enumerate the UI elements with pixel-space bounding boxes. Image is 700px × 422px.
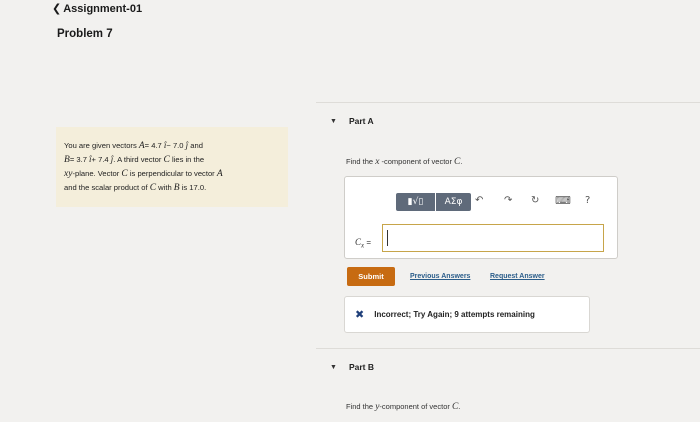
breadcrumb-label: Assignment-01	[63, 2, 143, 15]
collapse-triangle-icon: ▼	[330, 117, 337, 125]
feedback-message: Incorrect; Try Again; 9 attempts remaini…	[374, 310, 535, 319]
feedback-incorrect: ✖ Incorrect; Try Again; 9 attempts remai…	[344, 296, 590, 333]
breadcrumb-assignment[interactable]: ❮ Assignment-01	[52, 2, 143, 16]
part-b-prompt: Find the y-component of vector C.	[346, 402, 461, 412]
part-a-header[interactable]: ▼ Part A	[330, 116, 374, 126]
chevron-left-icon: ❮	[52, 3, 62, 15]
problem-statement: You are given vectors A= 4.7 î− 7.0 ĵ an…	[56, 127, 288, 207]
request-answer-link[interactable]: Request Answer	[490, 273, 545, 280]
statement-line-1: You are given vectors A= 4.7 î− 7.0 ĵ an…	[64, 140, 203, 151]
part-b-label: Part B	[348, 362, 374, 372]
part-a-divider	[316, 102, 700, 103]
part-a-label: Part A	[348, 116, 374, 126]
reset-icon[interactable]: ↻	[531, 195, 539, 206]
help-button[interactable]: ?	[585, 195, 590, 206]
text-caret	[387, 230, 388, 246]
incorrect-x-icon: ✖	[355, 308, 365, 321]
statement-line-3: xy-plane. Vector C is perpendicular to v…	[64, 169, 223, 179]
math-toolbar: ▮√▯ ΑΣφ	[396, 193, 471, 211]
undo-icon[interactable]: ↶	[475, 195, 483, 206]
part-b-header[interactable]: ▼ Part B	[330, 362, 374, 372]
keyboard-icon[interactable]: ⌨	[555, 194, 571, 207]
part-b-divider	[316, 348, 700, 349]
symbols-button[interactable]: ΑΣφ	[436, 193, 471, 211]
redo-icon[interactable]: ↷	[504, 195, 512, 206]
statement-line-4: and the scalar product of C with B is 17…	[64, 183, 207, 193]
previous-answers-link[interactable]: Previous Answers	[410, 273, 470, 280]
cx-answer-input[interactable]	[382, 224, 604, 252]
problem-title: Problem 7	[57, 28, 113, 40]
part-a-prompt: Find the x -component of vector C.	[346, 157, 463, 167]
templates-button[interactable]: ▮√▯	[396, 193, 435, 211]
cx-label: Cx =	[355, 237, 372, 250]
answer-panel: ▮√▯ ΑΣφ ↶ ↷ ↻ ⌨ ? Cx =	[344, 176, 618, 259]
collapse-triangle-icon: ▼	[330, 363, 337, 371]
submit-button[interactable]: Submit	[347, 267, 395, 286]
statement-line-2: B= 3.7 î+ 7.4 ĵ. A third vector C lies i…	[64, 154, 205, 165]
